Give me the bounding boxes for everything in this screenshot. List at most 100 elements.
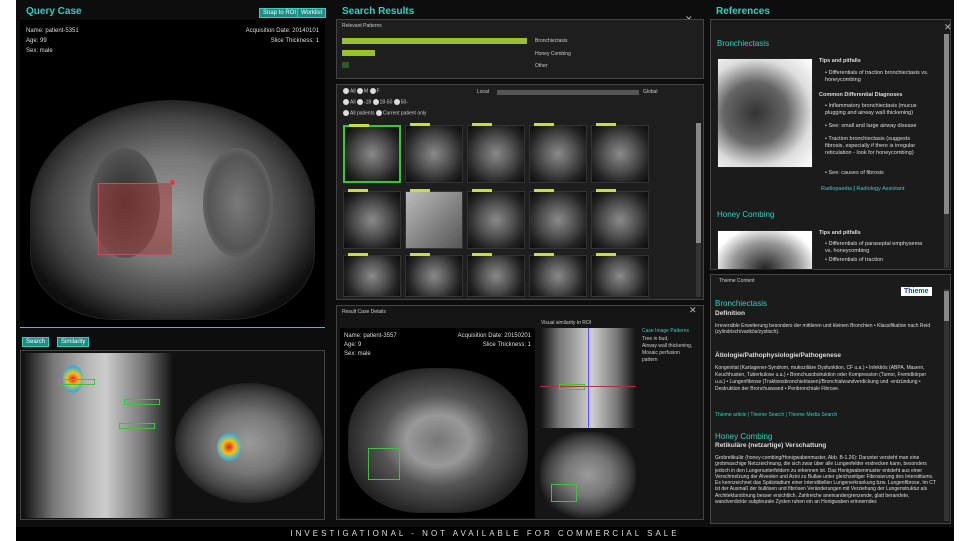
radio-icon[interactable] [393, 99, 400, 105]
pattern-bar[interactable] [342, 62, 349, 68]
query-patient-age: Age: 99 [26, 38, 47, 44]
radiology-assistant-link[interactable]: Radiology Assistant [856, 186, 904, 192]
pattern-label: Honey Combing [535, 51, 571, 57]
cdd-item: • See: causes of fibrosis [825, 170, 884, 176]
result-thumbnail[interactable] [529, 253, 587, 297]
query-acq-date: Acquisition Date: 20140101 [245, 28, 319, 34]
cdd-item-text: Traction bronchiectasis (suggests fibros… [825, 136, 916, 156]
case-pattern-item: pattern [642, 357, 658, 363]
radio-icon[interactable] [372, 99, 379, 105]
result-thumbnail[interactable] [467, 123, 525, 183]
radio-icon[interactable] [343, 110, 349, 116]
filter-all-label: All [350, 88, 356, 95]
definition-text: Irreversible Erweiterung besonders der m… [715, 323, 931, 335]
definition-heading: Definition [715, 310, 745, 317]
close-icon[interactable]: ✕ [944, 22, 952, 33]
filter-age2-label: 18-50 [379, 99, 393, 106]
heatmap-spot [217, 433, 241, 461]
filter-m-label: M [363, 88, 369, 95]
result-thumbnail[interactable] [467, 253, 525, 297]
visual-similarity-label: Visual similarity to ROI [541, 320, 592, 326]
aetiology-heading: Ätiologie/Pathophysiologie/Pathogenese [715, 352, 842, 359]
match-box [551, 484, 577, 502]
results-scrollbar[interactable] [696, 123, 701, 297]
filter-age1-label: -18 [363, 99, 372, 106]
cdd-heading: Common Differential Diagnoses [819, 92, 903, 98]
references-scrollbar[interactable] [944, 34, 949, 268]
result-thumbnail[interactable] [343, 124, 401, 183]
roi-box[interactable] [98, 183, 172, 255]
result-thumbnail[interactable] [405, 189, 463, 249]
radio-icon[interactable] [343, 88, 349, 94]
detail-acq-date: Acquisition Date: 20150201 [457, 333, 531, 339]
query-right-lung [203, 148, 273, 258]
result-thumbnail[interactable] [405, 123, 463, 183]
result-thumbnail[interactable] [591, 123, 649, 183]
thieme-panel: Thieme Content Thieme Bronchiectasis Def… [710, 274, 951, 524]
local-global-slider[interactable] [497, 90, 639, 95]
radio-icon[interactable] [356, 99, 363, 105]
result-thumbnail[interactable] [405, 253, 463, 297]
radio-icon[interactable] [375, 110, 382, 116]
filter-all-patients-label: All patients [350, 110, 375, 117]
snap-to-roi-button[interactable]: Snap to ROI [259, 8, 301, 18]
radiopaedia-link[interactable]: Radiopaedia [821, 186, 852, 192]
filter-current-label: Current patient only [382, 110, 427, 117]
pattern-bar[interactable] [342, 38, 527, 44]
thieme-scrollbar[interactable] [944, 289, 949, 521]
thieme-logo: Thieme [901, 287, 932, 296]
age-filter[interactable]: All -18 18-50 50- [343, 99, 408, 105]
result-thumbnail[interactable] [591, 189, 649, 249]
thieme-content-label: Thieme Content [719, 278, 755, 284]
radio-icon[interactable] [369, 88, 376, 94]
cdd-item: • Traction bronchiectasis (suggests fibr… [825, 136, 916, 156]
cdd-item-text: Inflammatory bronchiectasis (mucus plugg… [825, 103, 917, 116]
detail-viewer[interactable]: Name: patient-3557 Age: 9 Sex: male Acqu… [340, 328, 535, 518]
result-thumbnail[interactable] [529, 123, 587, 183]
detail-patient-sex: Sex: male [344, 351, 371, 357]
radio-icon[interactable] [356, 88, 363, 94]
ref-ct-image [717, 58, 813, 168]
similarity-xray [23, 353, 173, 518]
detail-roi-box[interactable] [368, 448, 400, 480]
patient-filter[interactable]: All patients Current patient only [343, 110, 427, 116]
tips-item: • Differentials of traction bronchiectas… [825, 70, 929, 83]
worklist-button[interactable]: Worklist [297, 8, 327, 18]
pattern-label: Other [535, 63, 548, 69]
result-thumbnail[interactable] [343, 189, 401, 249]
aetiology-text: Kongenital (Kartagener-Syndrom, mukozili… [715, 365, 927, 392]
ref-section-title: Honey Combing [717, 210, 775, 219]
similarity-axial [175, 383, 323, 503]
references-panel: ✕ Bronchiectasis Tips and pitfalls • Dif… [710, 19, 952, 270]
pattern-label: Bronchiectasis [535, 38, 568, 44]
query-viewer[interactable]: Name: patient-5351 Age: 99 Sex: male Acq… [20, 20, 325, 328]
cdd-item: • Inflammatory bronchiectasis (mucus plu… [825, 103, 917, 116]
thieme-links[interactable]: Thieme article | Thieme Search | Thieme … [715, 412, 837, 419]
cdd-item: • See: small and large airway disease [825, 123, 917, 129]
case-pattern-item: Airway wall thickening, [642, 343, 693, 349]
tips-item: • Differentials of traction [825, 257, 884, 263]
detail-patient-name: Name: patient-3557 [344, 333, 397, 339]
sex-filter[interactable]: All M F [343, 88, 380, 94]
tips-item-text: Differentials of traction [828, 257, 884, 263]
pattern-bar[interactable] [342, 50, 375, 56]
link-separator: | [853, 186, 855, 192]
result-thumbnail[interactable] [467, 189, 525, 249]
similarity-button[interactable]: Similarity [57, 337, 90, 347]
search-button[interactable]: Search [22, 337, 50, 347]
footer-banner: INVESTIGATIONAL - NOT AVAILABLE FOR COMM… [16, 527, 954, 541]
roi-marker [170, 180, 175, 185]
query-patient-sex: Sex: male [26, 48, 53, 54]
radio-icon[interactable] [343, 99, 349, 105]
match-box [559, 384, 585, 390]
close-icon[interactable]: ✕ [689, 305, 697, 316]
global-label: Global [643, 89, 658, 95]
result-case-details-title: Result Case Details [342, 309, 386, 315]
result-thumbnail[interactable] [343, 253, 401, 297]
result-thumbnail[interactable] [529, 189, 587, 249]
case-pattern-item: Tree in bud, [642, 336, 669, 342]
thieme-topic-title: Bronchiectasis [715, 299, 768, 308]
result-thumbnail[interactable] [591, 253, 649, 297]
search-results-title: Search Results [342, 6, 415, 17]
match-box [119, 423, 155, 429]
